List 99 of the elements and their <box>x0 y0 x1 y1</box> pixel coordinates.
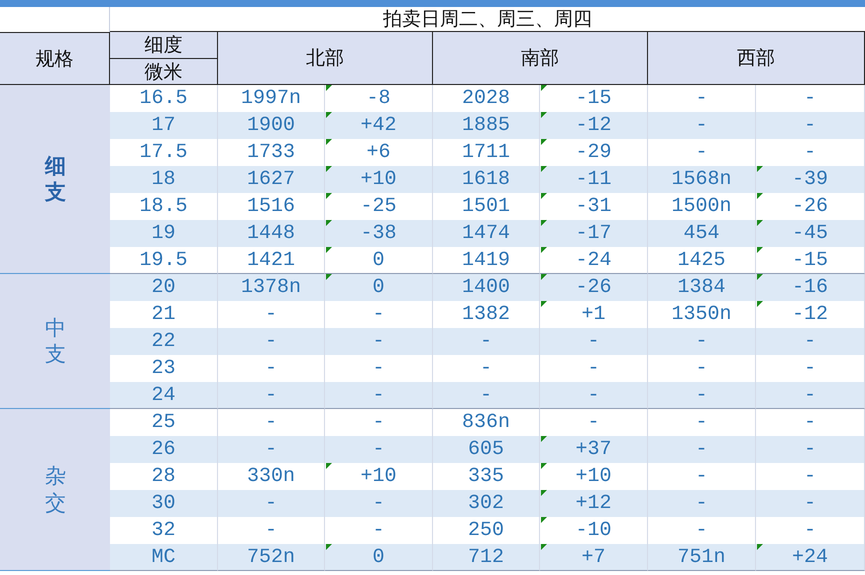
table-cell: 18 <box>110 166 218 193</box>
table-cell: 19.5 <box>110 247 218 274</box>
table-cell: - <box>433 382 540 409</box>
column-header: 细度 <box>110 32 218 59</box>
table-cell: - <box>648 382 756 409</box>
table-cell: 605 <box>433 436 540 463</box>
column-header: 规格 <box>0 32 110 85</box>
table-cell: +42 <box>325 112 433 139</box>
table-cell: -24 <box>540 247 648 274</box>
table-cell: -29 <box>540 139 648 166</box>
table-cell: 18.5 <box>110 193 218 220</box>
table-cell: -25 <box>325 193 433 220</box>
table-cell: -11 <box>540 166 648 193</box>
table-cell: -17 <box>540 220 648 247</box>
table-cell: 21 <box>110 301 218 328</box>
table-cell: - <box>648 328 756 355</box>
table-cell: -38 <box>325 220 433 247</box>
table-cell: - <box>325 436 433 463</box>
table-cell: +10 <box>540 463 648 490</box>
table-cell: 712 <box>433 544 540 571</box>
table-cell: 32 <box>110 517 218 544</box>
table-cell: 1900 <box>218 112 325 139</box>
table-cell: - <box>756 328 865 355</box>
table-cell: - <box>756 436 865 463</box>
table-cell: 1448 <box>218 220 325 247</box>
table-cell: 1400 <box>433 274 540 301</box>
table-cell: -15 <box>756 247 865 274</box>
table-cell: -26 <box>540 274 648 301</box>
table-cell: - <box>433 328 540 355</box>
table-cell: MC <box>110 544 218 571</box>
column-header: 微米 <box>110 59 218 85</box>
table-cell: - <box>218 382 325 409</box>
table-cell: 1421 <box>218 247 325 274</box>
table-cell: 1885 <box>433 112 540 139</box>
table-cell: 28 <box>110 463 218 490</box>
table-cell: - <box>325 382 433 409</box>
table-cell: - <box>756 382 865 409</box>
table-cell: - <box>648 436 756 463</box>
table-cell: 20 <box>110 274 218 301</box>
table-cell: -12 <box>756 301 865 328</box>
table-cell: 17 <box>110 112 218 139</box>
table-cell: -10 <box>540 517 648 544</box>
table-cell: +6 <box>325 139 433 166</box>
table-cell: - <box>218 328 325 355</box>
table-cell: 23 <box>110 355 218 382</box>
table-cell: 26 <box>110 436 218 463</box>
table-cell: +7 <box>540 544 648 571</box>
table-cell: 0 <box>325 274 433 301</box>
table-cell: 24 <box>110 382 218 409</box>
table-cell: +24 <box>756 544 865 571</box>
table-cell: -15 <box>540 85 648 112</box>
table-cell: 1474 <box>433 220 540 247</box>
column-header: 北部 <box>218 32 433 85</box>
table-cell: - <box>325 490 433 517</box>
table-cell: -26 <box>756 193 865 220</box>
table-cell: 0 <box>325 544 433 571</box>
table-cell: +1 <box>540 301 648 328</box>
table-cell: +37 <box>540 436 648 463</box>
table-cell: 302 <box>433 490 540 517</box>
table-cell: 1419 <box>433 247 540 274</box>
table-cell: 17.5 <box>110 139 218 166</box>
table-cell: 0 <box>325 247 433 274</box>
table-cell: -39 <box>756 166 865 193</box>
table-cell: +12 <box>540 490 648 517</box>
table-cell: -45 <box>756 220 865 247</box>
table-cell: -16 <box>756 274 865 301</box>
table-cell: - <box>218 436 325 463</box>
table-cell: -31 <box>540 193 648 220</box>
group-label: 细支 <box>0 85 111 274</box>
table-cell: +10 <box>325 463 433 490</box>
table-cell: 454 <box>648 220 756 247</box>
table-cell: 19 <box>110 220 218 247</box>
table-cell: 30 <box>110 490 218 517</box>
table-cell: - <box>648 112 756 139</box>
column-header: 西部 <box>648 32 865 85</box>
column-header: 南部 <box>433 32 648 85</box>
table-cell: - <box>325 328 433 355</box>
table-cell: 1627 <box>218 166 325 193</box>
table-cell: 752n <box>218 544 325 571</box>
table-cell: 1425 <box>648 247 756 274</box>
table-cell: 1618 <box>433 166 540 193</box>
group-label: 中支 <box>0 274 111 409</box>
table-cell: 1568n <box>648 166 756 193</box>
table-cell: 1378n <box>218 274 325 301</box>
table-cell: - <box>756 490 865 517</box>
table-cell: - <box>756 112 865 139</box>
table-cell: 16.5 <box>110 85 218 112</box>
table-cell: 22 <box>110 328 218 355</box>
table-cell: 751n <box>648 544 756 571</box>
table-cell: -8 <box>325 85 433 112</box>
table-cell: +10 <box>325 166 433 193</box>
table-cell: 1384 <box>648 274 756 301</box>
table-cell: - <box>218 490 325 517</box>
table-cell: - <box>540 382 648 409</box>
table-cell: -12 <box>540 112 648 139</box>
group-label: 杂交 <box>0 409 111 571</box>
table-cell: 25 <box>110 409 218 436</box>
table-cell: - <box>648 490 756 517</box>
table-cell: - <box>540 328 648 355</box>
